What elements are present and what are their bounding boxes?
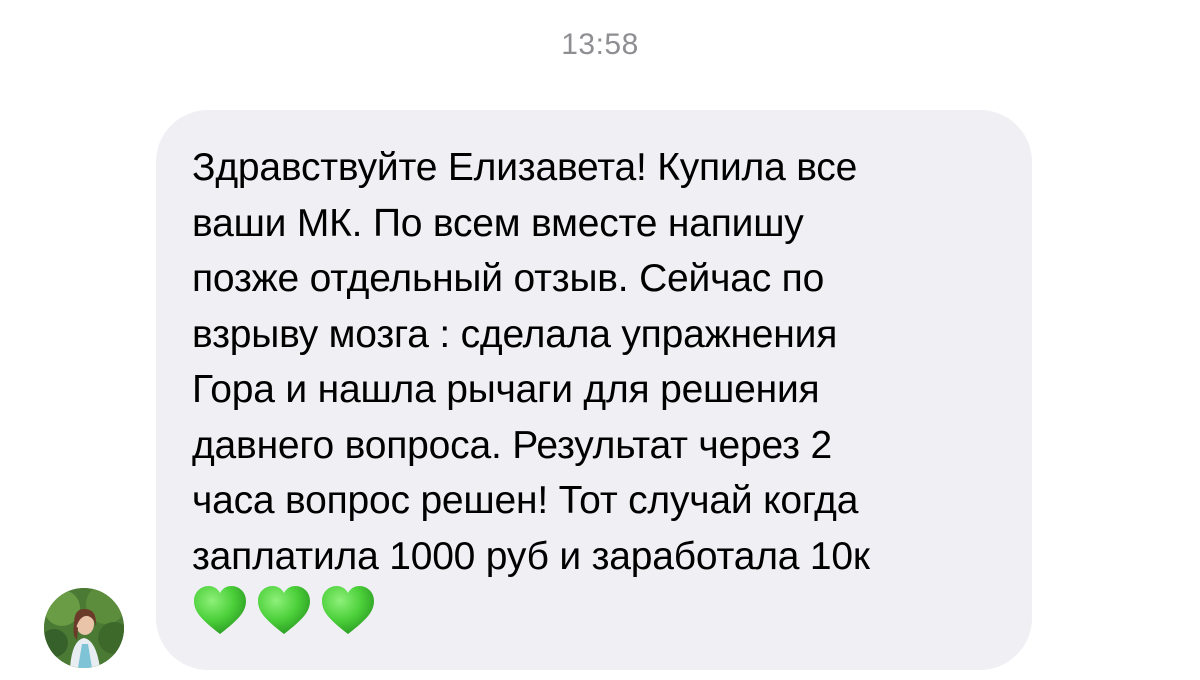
- message-line: Гора и нашла рычаги для решения: [192, 368, 820, 411]
- green-heart-icon: [194, 586, 246, 634]
- sender-avatar[interactable]: [44, 588, 124, 668]
- message-line: давнего вопроса. Результат через 2: [192, 423, 832, 467]
- message-bubble[interactable]: Здравствуйте Елизавета! Купила все ваши М…: [156, 110, 1032, 670]
- message-line: позже отдельный отзыв. Сейчас по: [192, 257, 825, 300]
- avatar-photo-icon: [44, 588, 124, 668]
- incoming-message-row: Здравствуйте Елизавета! Купила все ваши М…: [0, 0, 1200, 680]
- emoji-row: [192, 584, 996, 638]
- green-heart-icon: [258, 586, 310, 634]
- message-line: взрыву мозга : сделала упражнения: [192, 312, 838, 356]
- message-line: ваши МК. По всем вместе напишу: [192, 201, 804, 245]
- message-line: часа вопрос решен! Тот случай когда: [192, 479, 859, 522]
- message-line: Здравствуйте Елизавета! Купила все: [192, 146, 858, 189]
- message-text: Здравствуйте Елизавета! Купила все ваши М…: [192, 140, 996, 584]
- message-line: заплатила 1000 руб и заработала 10к: [192, 534, 870, 578]
- green-heart-icon: [322, 586, 374, 634]
